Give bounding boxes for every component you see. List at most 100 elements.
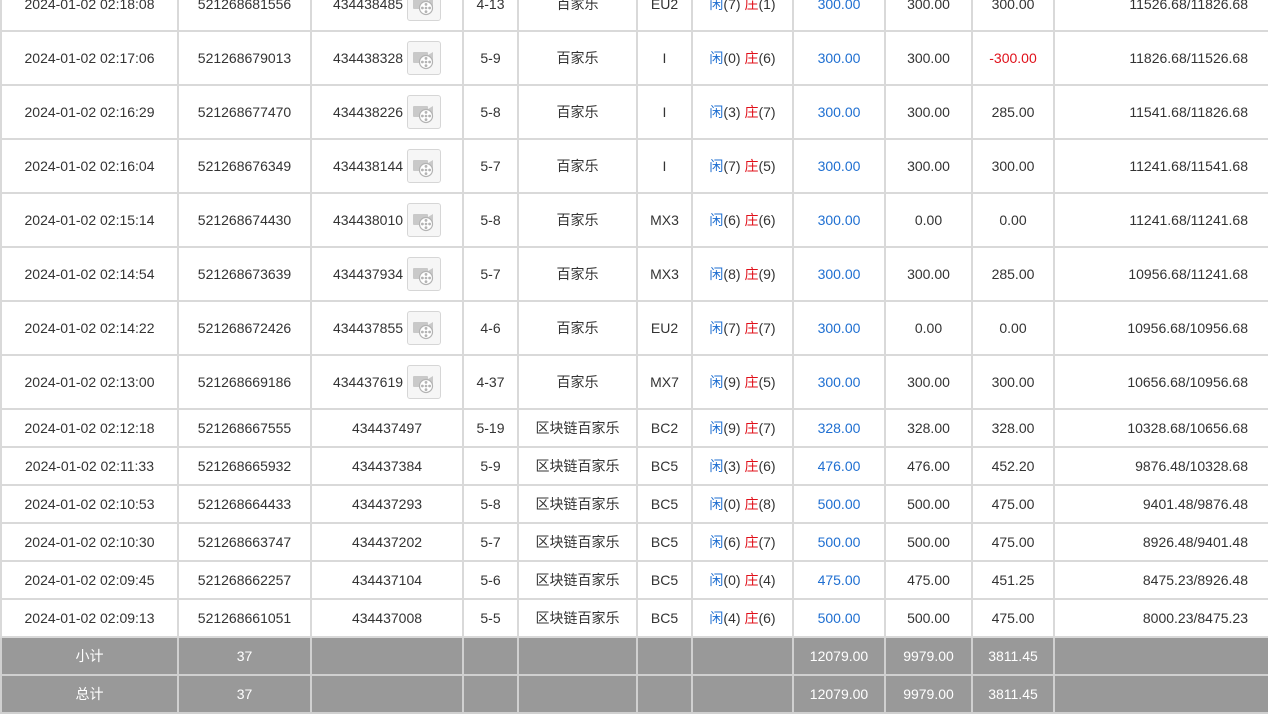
bet-amount-cell: 500.00 — [792, 522, 886, 562]
bet-time-cell: 2024-01-02 02:10:53 — [0, 484, 179, 524]
bet-amount-cell: 300.00 — [792, 300, 886, 356]
replay-video-button[interactable] — [407, 95, 442, 129]
table-code-cell: I — [636, 84, 693, 140]
bet-time-cell: 2024-01-02 02:10:30 — [0, 522, 179, 562]
table-code-cell: I — [636, 138, 693, 194]
empty-cell — [517, 674, 638, 714]
bet-amount-cell: 300.00 — [792, 354, 886, 410]
player-points: (8) — [723, 266, 741, 282]
result-cell: 闲(7) 庄(5) — [691, 138, 794, 194]
order-number-cell: 521268664433 — [177, 484, 312, 524]
round-number-cell: 434438010 — [310, 192, 464, 248]
round-number-cell: 434437293 — [310, 484, 464, 524]
replay-video-button[interactable] — [407, 365, 442, 399]
bet-amount-cell: 300.00 — [792, 246, 886, 302]
round-number-cell: 434438226 — [310, 84, 464, 140]
player-points: (7) — [723, 0, 741, 12]
table-code-cell: BC5 — [636, 598, 693, 638]
replay-video-button[interactable] — [407, 203, 442, 237]
film-reel-icon — [413, 160, 434, 178]
banker-label: 庄 — [744, 458, 759, 474]
banker-points: (9) — [758, 266, 776, 282]
player-points: (0) — [723, 496, 741, 512]
bet-records-table: 2024-01-02 02:18:08 521268681556 434438485… — [0, 0, 1268, 714]
shoe-hand-cell: 5-9 — [462, 446, 519, 486]
round-number: 434438010 — [332, 212, 404, 228]
table-body: 2024-01-02 02:18:08 521268681556 434438485… — [0, 0, 1268, 714]
result-cell: 闲(0) 庄(4) — [691, 560, 794, 600]
table-code-cell: BC5 — [636, 484, 693, 524]
banker-points: (8) — [758, 496, 776, 512]
result-cell: 闲(4) 庄(6) — [691, 598, 794, 638]
bet-time-cell: 2024-01-02 02:09:45 — [0, 560, 179, 600]
order-number-cell: 521268679013 — [177, 30, 312, 86]
table-row: 2024-01-02 02:10:53 521268664433 434437293… — [0, 484, 1268, 524]
game-type-cell: 百家乐 — [517, 246, 638, 302]
player-points: (0) — [723, 572, 741, 588]
banker-points: (7) — [758, 420, 776, 436]
payout-cell: 451.25 — [971, 560, 1055, 600]
valid-bet-cell: 500.00 — [884, 522, 973, 562]
order-number-cell: 521268676349 — [177, 138, 312, 194]
empty-cell — [691, 674, 794, 714]
bet-time-cell: 2024-01-02 02:09:13 — [0, 598, 179, 638]
round-number: 434437934 — [332, 266, 404, 282]
payout-cell: 475.00 — [971, 598, 1055, 638]
replay-video-button[interactable] — [407, 257, 442, 291]
banker-label: 庄 — [744, 266, 759, 282]
game-type-cell: 区块链百家乐 — [517, 484, 638, 524]
player-label: 闲 — [709, 374, 724, 390]
bet-time-cell: 2024-01-02 02:12:18 — [0, 408, 179, 448]
replay-video-button[interactable] — [407, 311, 442, 345]
balance-cell: 8000.23/8475.23 — [1053, 598, 1268, 638]
film-reel-icon — [413, 52, 434, 70]
game-type-cell: 百家乐 — [517, 300, 638, 356]
player-points: (6) — [723, 212, 741, 228]
banker-label: 庄 — [744, 104, 759, 120]
bet-time-cell: 2024-01-02 02:14:22 — [0, 300, 179, 356]
payout-cell: 300.00 — [971, 354, 1055, 410]
replay-video-button[interactable] — [407, 41, 442, 75]
banker-label: 庄 — [744, 158, 759, 174]
payout-cell: -300.00 — [971, 30, 1055, 86]
player-points: (7) — [723, 158, 741, 174]
game-type-cell: 百家乐 — [517, 84, 638, 140]
table-row: 2024-01-02 02:09:45 521268662257 434437104… — [0, 560, 1268, 600]
table-row: 2024-01-02 02:17:06 521268679013 434438328… — [0, 30, 1268, 86]
total-bet-cell: 12079.00 — [792, 636, 886, 676]
balance-cell: 8475.23/8926.48 — [1053, 560, 1268, 600]
valid-bet-cell: 0.00 — [884, 300, 973, 356]
replay-video-button[interactable] — [407, 0, 442, 21]
table-code-cell: MX3 — [636, 192, 693, 248]
shoe-hand-cell: 5-8 — [462, 484, 519, 524]
result-cell: 闲(8) 庄(9) — [691, 246, 794, 302]
game-type-cell: 百家乐 — [517, 354, 638, 410]
shoe-hand-cell: 5-7 — [462, 246, 519, 302]
bet-amount-cell: 300.00 — [792, 30, 886, 86]
round-number: 434437619 — [332, 374, 404, 390]
replay-video-button[interactable] — [407, 149, 442, 183]
result-cell: 闲(3) 庄(7) — [691, 84, 794, 140]
balance-cell: 11541.68/11826.68 — [1053, 84, 1268, 140]
banker-points: (6) — [758, 212, 776, 228]
valid-bet-cell: 0.00 — [884, 192, 973, 248]
film-reel-icon — [413, 0, 434, 16]
table-row: 2024-01-02 02:12:18 521268667555 434437497… — [0, 408, 1268, 448]
valid-bet-cell: 300.00 — [884, 84, 973, 140]
banker-label: 庄 — [744, 610, 759, 626]
film-reel-icon — [413, 268, 434, 286]
player-label: 闲 — [709, 458, 724, 474]
valid-bet-cell: 500.00 — [884, 598, 973, 638]
player-points: (9) — [723, 420, 741, 436]
player-label: 闲 — [709, 266, 724, 282]
banker-points: (6) — [758, 610, 776, 626]
banker-points: (7) — [758, 534, 776, 550]
shoe-hand-cell: 5-5 — [462, 598, 519, 638]
order-number-cell: 521268674430 — [177, 192, 312, 248]
banker-points: (4) — [758, 572, 776, 588]
balance-cell: 10956.68/10956.68 — [1053, 300, 1268, 356]
shoe-hand-cell: 5-7 — [462, 522, 519, 562]
round-number-cell: 434437384 — [310, 446, 464, 486]
player-points: (3) — [723, 458, 741, 474]
player-label: 闲 — [709, 610, 724, 626]
